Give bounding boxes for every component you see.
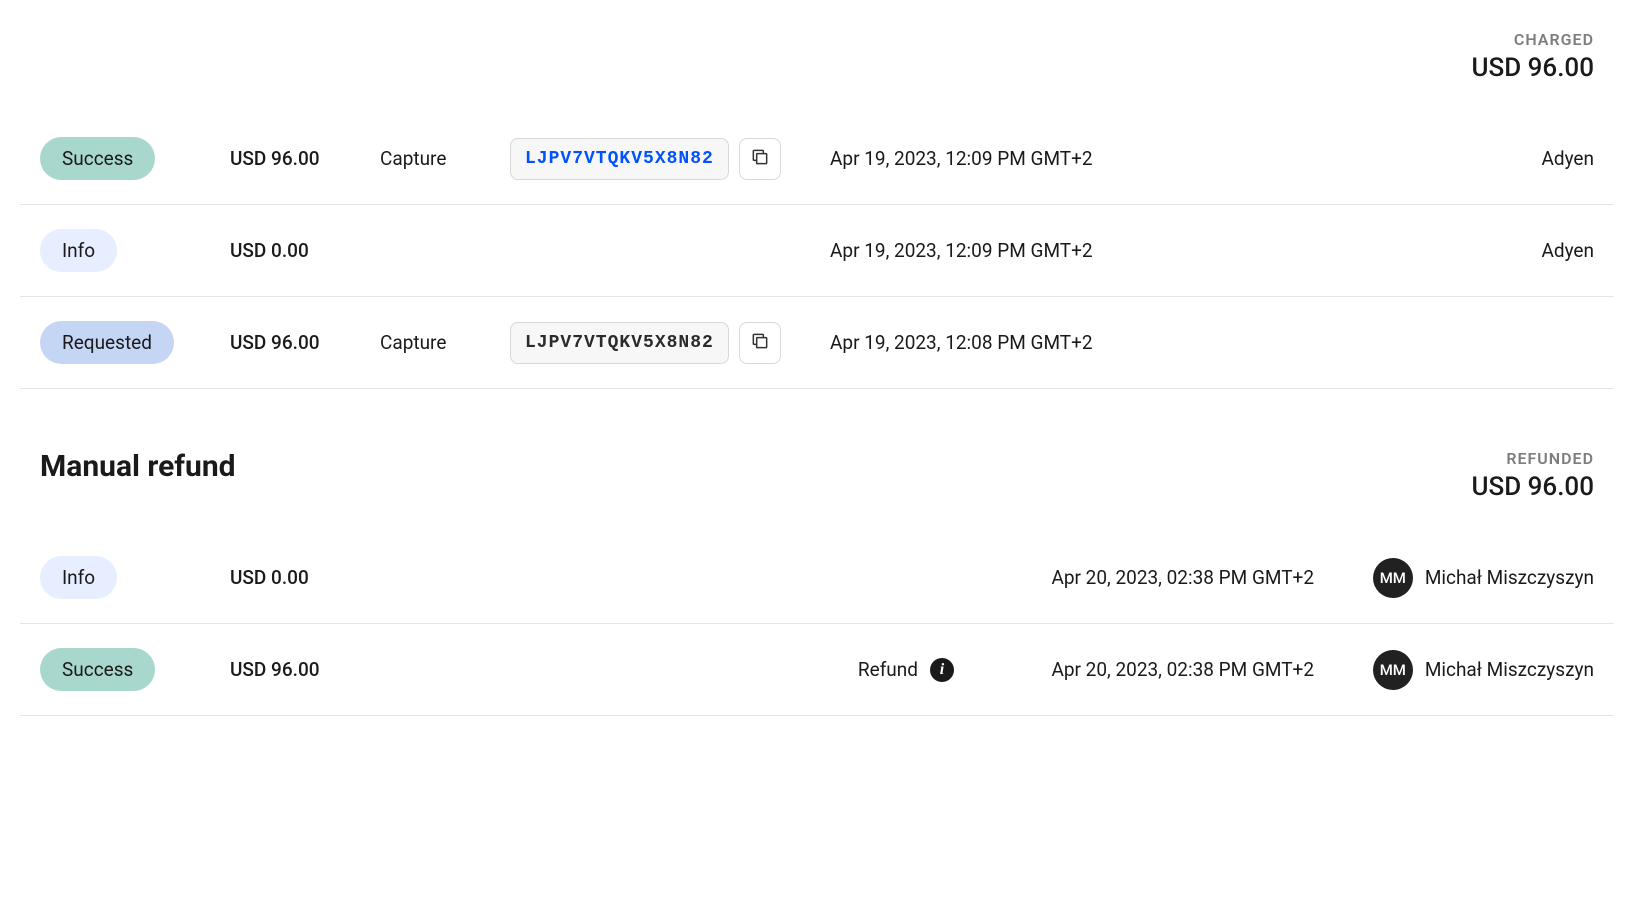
refund-section-title: Manual refund bbox=[40, 449, 236, 484]
transaction-code[interactable]: LJPV7VTQKV5X8N82 bbox=[510, 138, 729, 180]
provider-col: Adyen bbox=[1334, 239, 1594, 262]
refund-type-text: Refund bbox=[858, 658, 918, 681]
type-col: Capture bbox=[380, 331, 490, 354]
user-name: Michał Miszczyszyn bbox=[1425, 566, 1594, 589]
status-col: Success bbox=[40, 648, 210, 691]
amount-col: USD 96.00 bbox=[230, 331, 360, 354]
refunds-list: Info USD 0.00 Apr 20, 2023, 02:38 PM GMT… bbox=[20, 532, 1614, 716]
amount-col: USD 96.00 bbox=[230, 147, 360, 170]
date-col: Apr 19, 2023, 12:08 PM GMT+2 bbox=[830, 331, 1314, 354]
user-col: MM Michał Miszczyszyn bbox=[1334, 650, 1594, 690]
status-col: Info bbox=[40, 229, 210, 272]
refund-row: Success USD 96.00 Refundi Apr 20, 2023, … bbox=[20, 624, 1614, 716]
date-col: Apr 20, 2023, 02:38 PM GMT+2 bbox=[974, 566, 1314, 589]
copy-button[interactable] bbox=[739, 322, 781, 364]
transaction-row: Success USD 96.00 Capture LJPV7VTQKV5X8N… bbox=[20, 113, 1614, 205]
copy-icon bbox=[750, 331, 770, 354]
status-badge: Requested bbox=[40, 321, 174, 364]
transaction-row: Info USD 0.00 Apr 19, 2023, 12:09 PM GMT… bbox=[20, 205, 1614, 297]
user-name: Michał Miszczyszyn bbox=[1425, 658, 1594, 681]
code-col: LJPV7VTQKV5X8N82 bbox=[510, 322, 810, 364]
status-col: Info bbox=[40, 556, 210, 599]
charged-label: CHARGED bbox=[1471, 30, 1594, 49]
avatar: MM bbox=[1373, 558, 1413, 598]
charged-summary: CHARGED USD 96.00 bbox=[20, 20, 1614, 113]
info-icon[interactable]: i bbox=[930, 658, 954, 682]
refund-row: Info USD 0.00 Apr 20, 2023, 02:38 PM GMT… bbox=[20, 532, 1614, 624]
amount-col: USD 0.00 bbox=[230, 566, 360, 589]
status-badge: Success bbox=[40, 648, 155, 691]
status-col: Requested bbox=[40, 321, 210, 364]
refund-section-header: Manual refund REFUNDED USD 96.00 bbox=[20, 389, 1614, 532]
refunded-block: REFUNDED USD 96.00 bbox=[1471, 449, 1594, 502]
transactions-list: Success USD 96.00 Capture LJPV7VTQKV5X8N… bbox=[20, 113, 1614, 389]
amount-col: USD 0.00 bbox=[230, 239, 360, 262]
status-badge: Info bbox=[40, 556, 117, 599]
charged-amount: USD 96.00 bbox=[1471, 53, 1594, 83]
amount-col: USD 96.00 bbox=[230, 658, 360, 681]
copy-button[interactable] bbox=[739, 138, 781, 180]
provider-col: Adyen bbox=[1334, 147, 1594, 170]
refund-type: Refundi bbox=[380, 658, 954, 682]
refunded-label: REFUNDED bbox=[1471, 449, 1594, 468]
date-col: Apr 20, 2023, 02:38 PM GMT+2 bbox=[974, 658, 1314, 681]
status-badge: Info bbox=[40, 229, 117, 272]
date-col: Apr 19, 2023, 12:09 PM GMT+2 bbox=[830, 147, 1314, 170]
copy-icon bbox=[750, 147, 770, 170]
user-col: MM Michał Miszczyszyn bbox=[1334, 558, 1594, 598]
status-badge: Success bbox=[40, 137, 155, 180]
code-col: LJPV7VTQKV5X8N82 bbox=[510, 138, 810, 180]
status-col: Success bbox=[40, 137, 210, 180]
charged-block: CHARGED USD 96.00 bbox=[1471, 30, 1594, 83]
refunded-amount: USD 96.00 bbox=[1471, 472, 1594, 502]
date-col: Apr 19, 2023, 12:09 PM GMT+2 bbox=[830, 239, 1314, 262]
transaction-code[interactable]: LJPV7VTQKV5X8N82 bbox=[510, 322, 729, 364]
avatar: MM bbox=[1373, 650, 1413, 690]
transaction-row: Requested USD 96.00 Capture LJPV7VTQKV5X… bbox=[20, 297, 1614, 389]
type-col: Capture bbox=[380, 147, 490, 170]
transactions-section: CHARGED USD 96.00 Success USD 96.00 Capt… bbox=[20, 20, 1614, 389]
